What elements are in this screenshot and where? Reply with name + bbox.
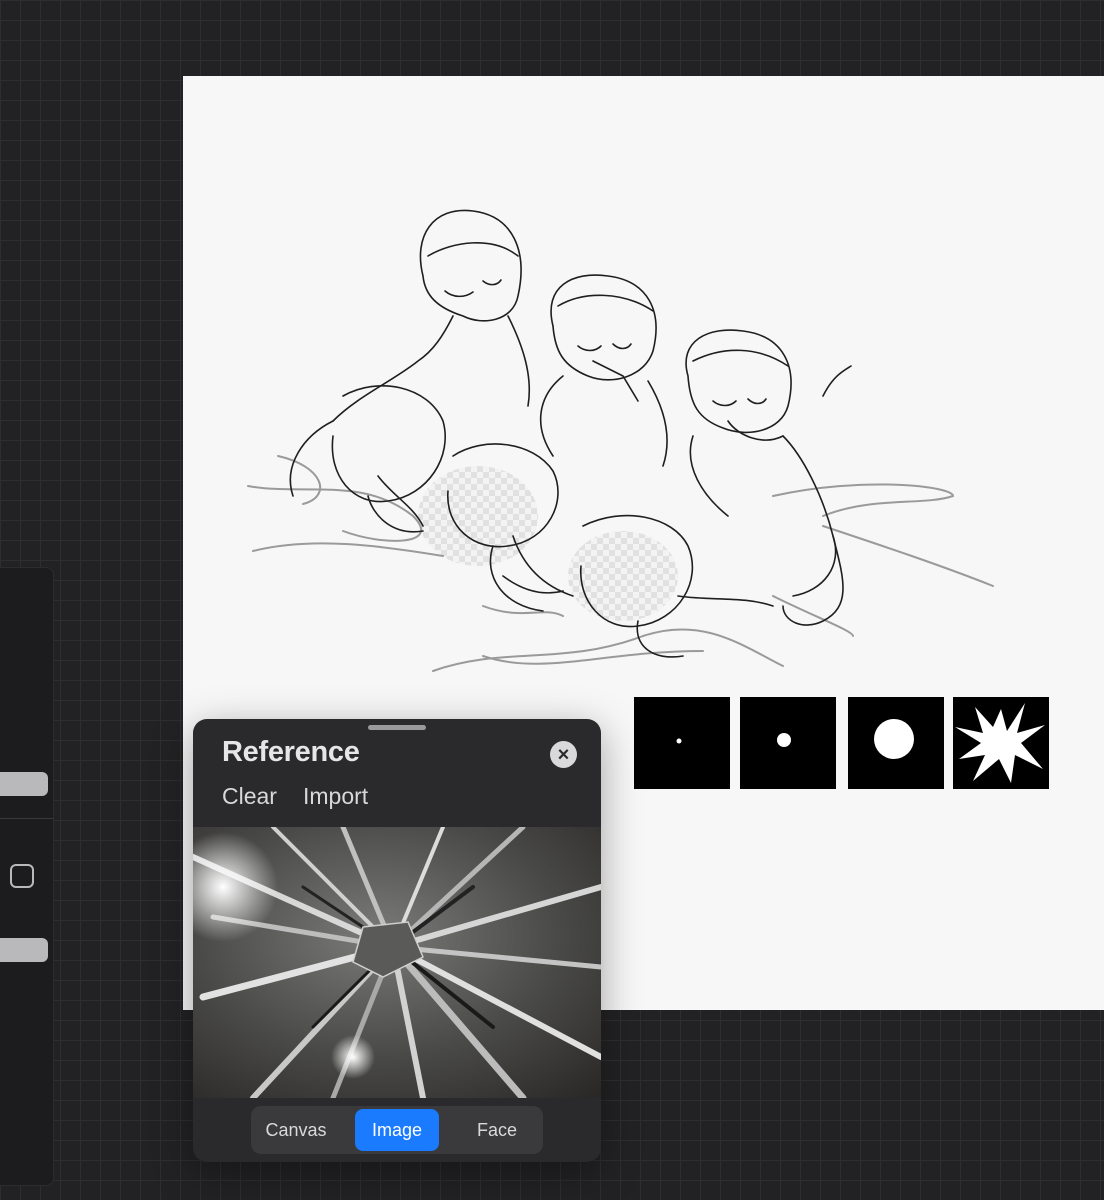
reference-image	[193, 827, 601, 1098]
close-icon: ×	[557, 743, 570, 766]
import-button[interactable]: Import	[303, 783, 368, 810]
circle-brush-icon	[874, 719, 914, 759]
small-dot-brush-icon	[777, 733, 791, 747]
opacity-slider-handle[interactable]	[0, 938, 48, 962]
tab-face[interactable]: Face	[455, 1109, 539, 1151]
splatter-brush-icon	[955, 703, 1045, 783]
brush-size-slider-handle[interactable]	[0, 772, 48, 796]
close-button[interactable]: ×	[550, 741, 577, 768]
panel-drag-handle[interactable]	[368, 725, 426, 730]
reference-mode-control: Canvas Image Face	[251, 1106, 543, 1154]
brush-preview-splatter	[953, 697, 1049, 789]
brush-preview-small-dot	[740, 697, 836, 789]
sidebar-divider	[0, 818, 53, 819]
panel-title: Reference	[222, 736, 360, 768]
brush-preview-circle	[848, 697, 944, 789]
tab-canvas[interactable]: Canvas	[255, 1109, 337, 1151]
tiny-dot-brush-icon	[676, 738, 682, 744]
clear-button[interactable]: Clear	[222, 783, 277, 810]
modify-square-icon[interactable]	[10, 864, 34, 888]
tab-image[interactable]: Image	[355, 1109, 439, 1151]
left-sidebar	[0, 567, 54, 1186]
reference-panel: Reference × Clear Import Canvas Image Fa…	[193, 719, 601, 1162]
brush-preview-tiny-dot	[634, 697, 730, 789]
